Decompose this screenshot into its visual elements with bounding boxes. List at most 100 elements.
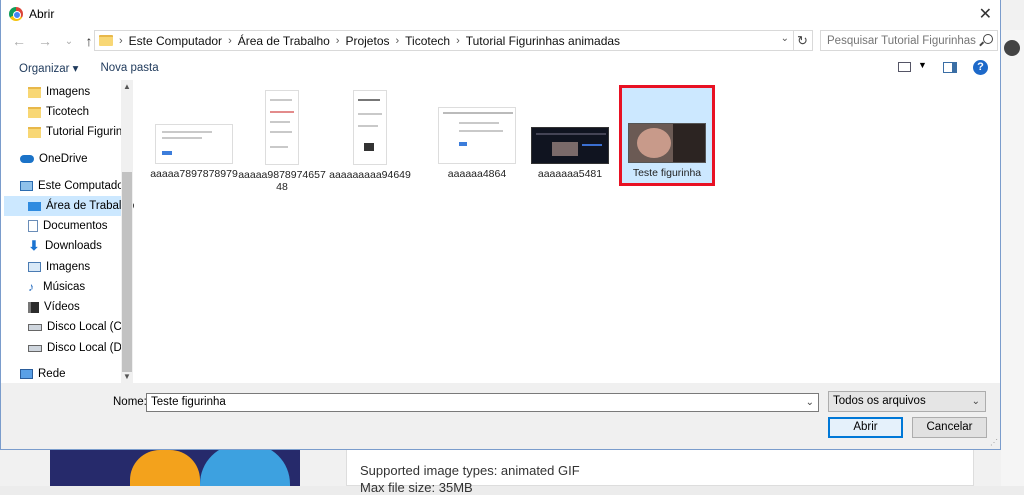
breadcrumb-separator[interactable]: › bbox=[228, 35, 232, 47]
background-right-strip bbox=[1001, 30, 1024, 486]
address-dropdown-icon[interactable]: ⌄ bbox=[781, 33, 789, 44]
file-thumbnail bbox=[438, 107, 516, 164]
file-item[interactable]: aaaaaa4864 bbox=[433, 90, 521, 180]
open-button[interactable]: Abrir bbox=[828, 417, 903, 438]
address-bar[interactable]: › Este Computador › Área de Trabalho › P… bbox=[94, 30, 794, 51]
back-arrow-icon[interactable]: ← bbox=[9, 33, 29, 49]
file-type-select[interactable]: Todos os arquivos ⌄ bbox=[828, 391, 986, 412]
recent-locations-dropdown-icon[interactable]: ⌄ bbox=[59, 36, 79, 47]
file-thumbnail bbox=[353, 90, 387, 165]
avatar[interactable] bbox=[1004, 40, 1020, 56]
max-size-text: Max file size: 35MB bbox=[360, 480, 473, 495]
sidebar-item-tutorial-figurinhas[interactable]: Tutorial Figurinh bbox=[28, 122, 129, 142]
file-type-value[interactable]: Todos os arquivos bbox=[833, 395, 926, 407]
sidebar-item-label: Disco Local (C:) bbox=[47, 321, 129, 333]
breadcrumb-projetos[interactable]: Projetos bbox=[345, 34, 389, 48]
breadcrumb-tutorial-figurinhas[interactable]: Tutorial Figurinhas animadas bbox=[466, 34, 620, 48]
file-item[interactable]: aaaaaaa5481 bbox=[526, 90, 614, 180]
sidebar-item-imagens-folder[interactable]: Imagens bbox=[28, 82, 90, 102]
search-icon[interactable] bbox=[983, 34, 993, 44]
search-box[interactable] bbox=[820, 30, 998, 51]
breadcrumb-ticotech[interactable]: Ticotech bbox=[405, 34, 450, 48]
file-name-input[interactable]: Teste figurinha ⌄ bbox=[146, 393, 819, 412]
sidebar-item-downloads[interactable]: ⬇ Downloads bbox=[28, 236, 102, 256]
sidebar-item-label: Músicas bbox=[43, 281, 86, 293]
title-bar: Abrir ✕ bbox=[1, 0, 1000, 27]
close-icon[interactable]: ✕ bbox=[979, 4, 992, 24]
folder-icon bbox=[28, 106, 41, 118]
resize-grip-icon[interactable]: ⋰ bbox=[990, 438, 998, 447]
scrollbar-thumb[interactable] bbox=[122, 172, 132, 372]
drive-icon bbox=[28, 323, 42, 331]
sidebar-item-rede[interactable]: Rede bbox=[20, 364, 66, 383]
sidebar-item-label: OneDrive bbox=[39, 153, 88, 165]
view-mode-icon[interactable] bbox=[898, 62, 911, 72]
file-item[interactable]: aaaaa7897878979 bbox=[150, 90, 238, 180]
sidebar-item-onedrive[interactable]: OneDrive bbox=[20, 149, 88, 169]
sidebar-item-label: Documentos bbox=[43, 220, 108, 232]
sidebar-item-imagens[interactable]: Imagens bbox=[28, 257, 90, 277]
sidebar-item-label: Vídeos bbox=[44, 301, 80, 313]
breadcrumb-separator[interactable]: › bbox=[456, 35, 460, 47]
breadcrumb-separator: › bbox=[119, 34, 123, 47]
chevron-down-icon[interactable]: ⌄ bbox=[972, 392, 980, 411]
cancel-button[interactable]: Cancelar bbox=[912, 417, 987, 438]
sidebar-item-label: Rede bbox=[38, 368, 66, 380]
download-icon: ⬇ bbox=[28, 238, 40, 253]
breadcrumb-separator[interactable]: › bbox=[396, 35, 400, 47]
navigation-pane: Imagens Ticotech Tutorial Figurinh OneDr… bbox=[4, 80, 134, 383]
organize-button[interactable]: Organizar ▾ bbox=[19, 61, 78, 75]
breadcrumb-separator[interactable]: › bbox=[336, 35, 340, 47]
sidebar-item-label: Ticotech bbox=[46, 106, 90, 118]
breadcrumb-este-computador[interactable]: Este Computador bbox=[129, 34, 222, 48]
file-name-value[interactable]: Teste figurinha bbox=[151, 396, 226, 408]
scroll-up-arrow-icon[interactable]: ▲ bbox=[123, 82, 131, 91]
view-dropdown-icon[interactable]: ▼ bbox=[918, 60, 927, 70]
file-item[interactable]: aaaaa9878974657 48 bbox=[238, 90, 326, 193]
file-thumbnail bbox=[155, 124, 233, 164]
sidebar-item-ticotech[interactable]: Ticotech bbox=[28, 102, 89, 122]
scroll-down-arrow-icon[interactable]: ▼ bbox=[123, 372, 131, 381]
open-file-dialog: Abrir ✕ ← → ⌄ ↑ › Este Computador › Área… bbox=[0, 0, 1001, 450]
file-name: aaaaa9878974657 48 bbox=[238, 169, 326, 193]
chrome-icon bbox=[9, 6, 23, 21]
sidebar-item-area-de-trabalho[interactable]: Área de Trabalho bbox=[4, 196, 134, 216]
sidebar-item-disco-c[interactable]: Disco Local (C:) bbox=[28, 317, 129, 337]
desktop-icon bbox=[28, 201, 41, 211]
chevron-down-icon[interactable]: ⌄ bbox=[806, 394, 814, 411]
supported-types-text: Supported image types: animated GIF bbox=[360, 463, 580, 478]
folder-icon bbox=[99, 35, 113, 46]
navigation-scrollbar[interactable]: ▲ ▼ bbox=[121, 80, 133, 383]
file-name: aaaaaa4864 bbox=[447, 168, 507, 180]
new-folder-button[interactable]: Nova pasta bbox=[100, 62, 158, 74]
file-name-label: Nome: bbox=[113, 396, 147, 408]
sidebar-item-este-computador[interactable]: Este Computador bbox=[20, 176, 128, 196]
sidebar-item-disco-d[interactable]: Disco Local (D:) bbox=[28, 338, 129, 358]
sidebar-item-videos[interactable]: Vídeos bbox=[28, 297, 80, 317]
file-name: aaaaaaaaa94649 bbox=[329, 169, 411, 181]
drive-icon bbox=[28, 344, 42, 352]
file-item-selected[interactable]: Teste figurinha bbox=[619, 85, 715, 186]
forward-arrow-icon[interactable]: → bbox=[35, 33, 55, 49]
file-item[interactable]: aaaaaaaaa94649 bbox=[326, 90, 414, 181]
file-thumbnail bbox=[628, 123, 706, 163]
sidebar-item-label: Disco Local (D:) bbox=[47, 342, 129, 354]
breadcrumb-area-de-trabalho[interactable]: Área de Trabalho bbox=[238, 34, 330, 48]
folder-icon bbox=[28, 126, 41, 138]
refresh-icon[interactable]: ↻ bbox=[793, 30, 813, 51]
cloud-icon bbox=[20, 155, 34, 163]
file-list-pane: aaaaa7897878979 aaaaa9878974657 48 aaaaa… bbox=[136, 80, 1000, 383]
file-name: Teste figurinha bbox=[632, 167, 702, 179]
search-input[interactable] bbox=[827, 34, 977, 47]
sidebar-item-label: Este Computador bbox=[38, 180, 128, 192]
sidebar-item-musicas[interactable]: ♪ Músicas bbox=[28, 277, 85, 297]
sidebar-item-label: Downloads bbox=[45, 240, 102, 252]
sidebar-item-documentos[interactable]: Documentos bbox=[28, 216, 108, 236]
command-toolbar: Organizar ▾ Nova pasta ▼ ? bbox=[1, 57, 1000, 79]
preview-pane-icon[interactable] bbox=[943, 62, 957, 73]
help-icon[interactable]: ? bbox=[973, 60, 988, 75]
navigation-bar: ← → ⌄ ↑ › Este Computador › Área de Trab… bbox=[1, 29, 1000, 53]
folder-icon bbox=[28, 86, 41, 98]
file-thumbnail bbox=[531, 127, 609, 164]
dialog-footer: Nome: Teste figurinha ⌄ Todos os arquivo… bbox=[1, 383, 1000, 449]
